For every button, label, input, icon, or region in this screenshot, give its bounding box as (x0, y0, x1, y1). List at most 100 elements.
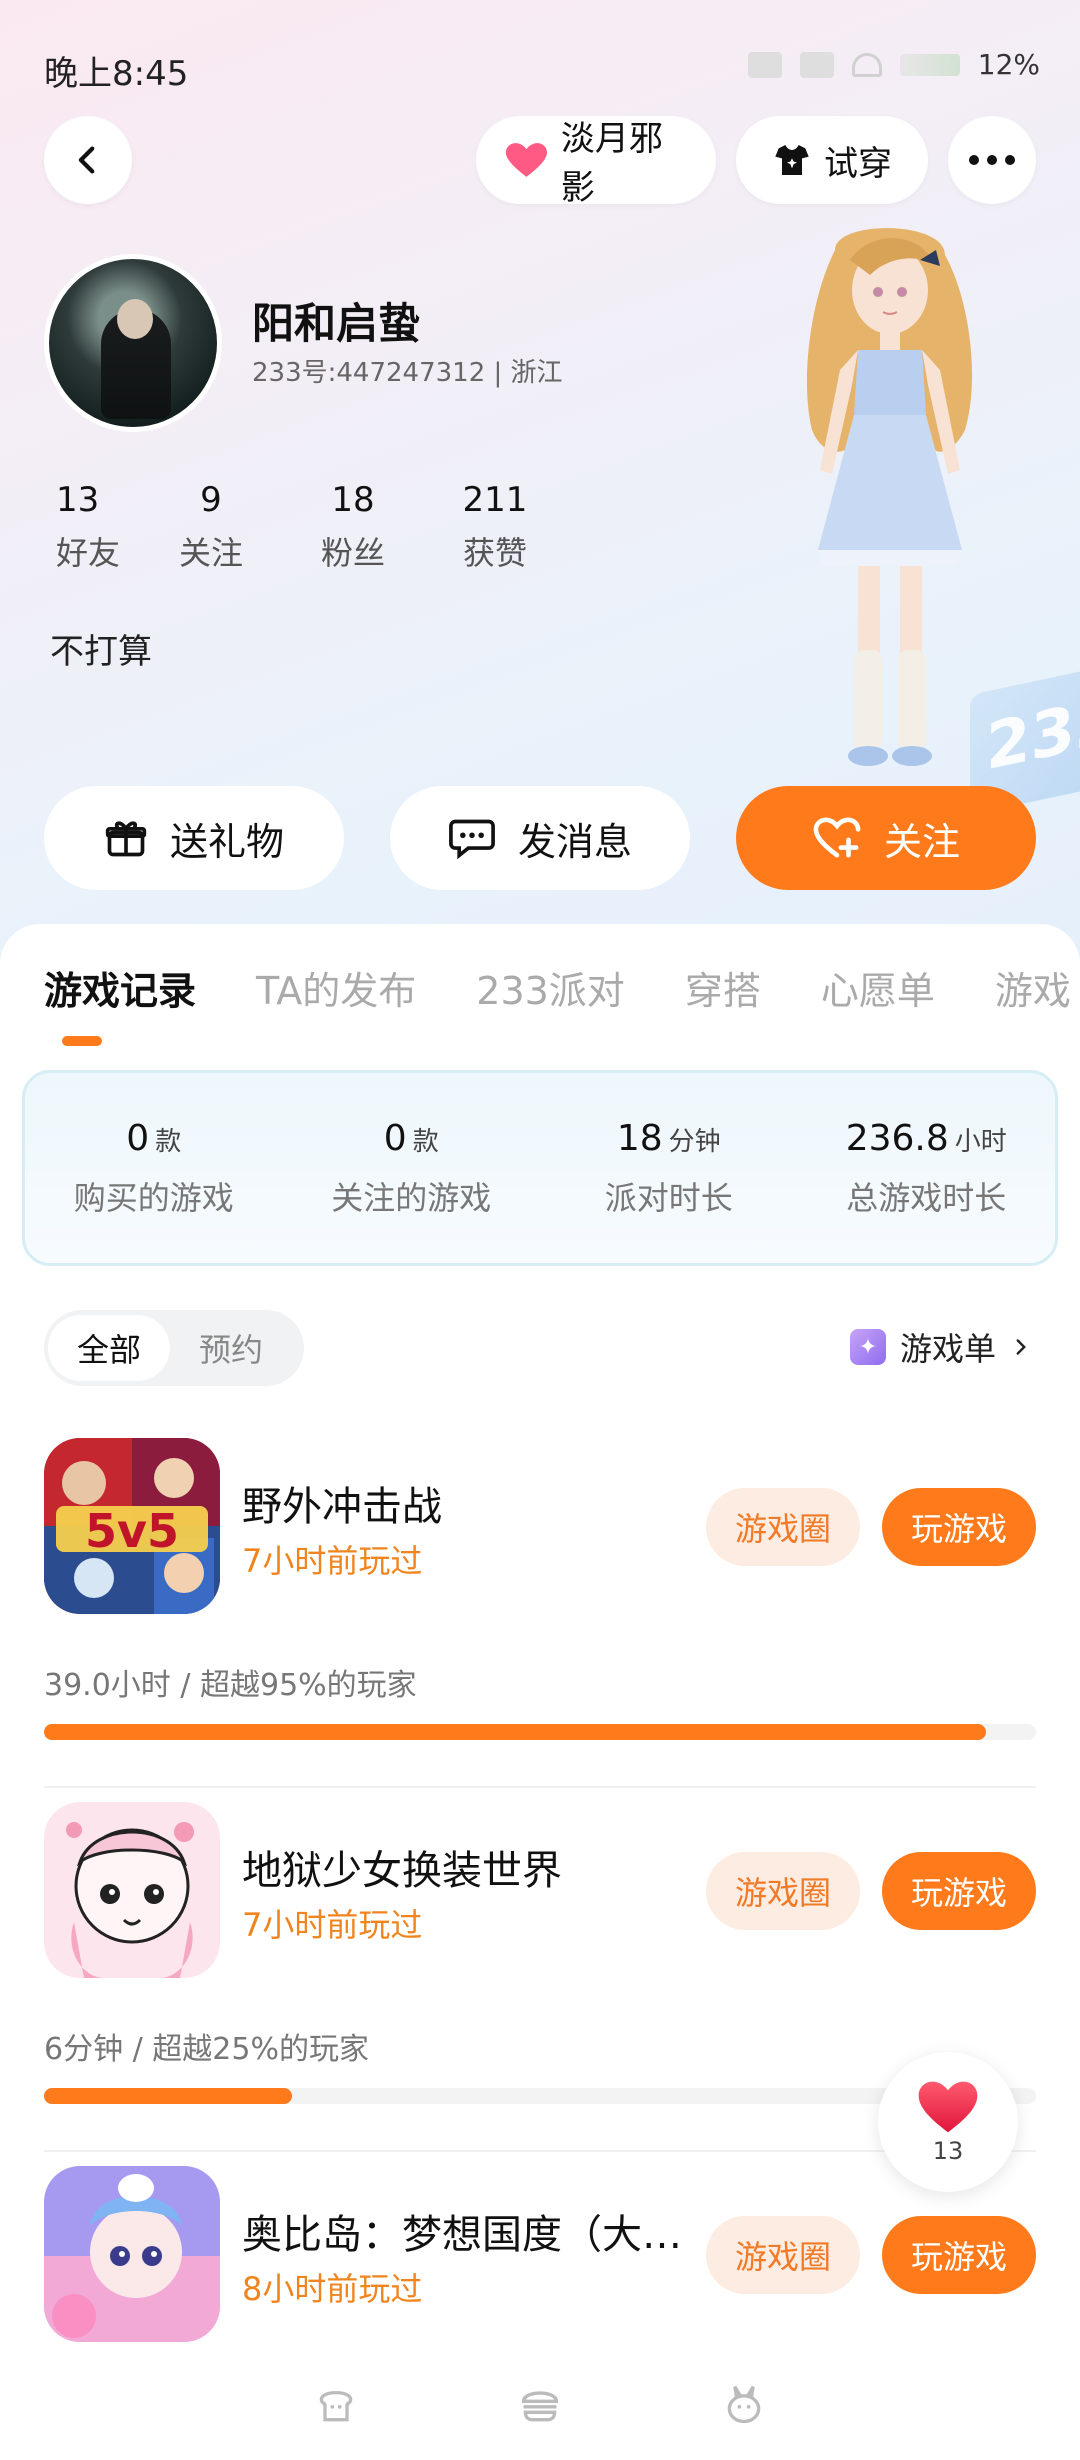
send-message-button[interactable]: 发消息 (390, 786, 690, 890)
avatar-face (117, 299, 153, 339)
like-button[interactable]: 13 (878, 2052, 1018, 2192)
heart-icon (918, 2081, 978, 2133)
try-on-button[interactable]: 试穿 (736, 116, 928, 204)
profile-tabs: 游戏记录 TA的发布 233派对 穿搭 心愿单 游戏 (44, 960, 1071, 1015)
stat-number: 9 (200, 480, 222, 520)
sparkle-icon: ✦ (849, 1329, 886, 1365)
status-time: 晚上8:45 (44, 54, 189, 94)
summary-party-time[interactable]: 18 分钟 派对时长 (564, 1118, 774, 1219)
tab-party[interactable]: 233派对 (476, 960, 625, 1015)
avatar[interactable] (44, 254, 222, 432)
summary-unit: 小时 (954, 1126, 1007, 1157)
game-title: 奥比岛：梦想国度（大航... (242, 2212, 702, 2258)
summary-value: 236.8 (845, 1117, 949, 1159)
send-gift-label: 送礼物 (169, 819, 284, 864)
stat-fans[interactable]: 18 粉丝 (282, 480, 424, 574)
like-count: 13 (932, 2137, 964, 2165)
stat-label: 好友 (56, 534, 121, 572)
follow-button[interactable]: 关注 (736, 786, 1036, 890)
gift-icon (105, 821, 147, 857)
last-played-time: 7小时前玩过 (242, 1542, 423, 1580)
more-dots-icon (969, 155, 979, 165)
filter-reserved[interactable]: 预约 (170, 1315, 292, 1381)
game-list-label: 游戏单 (899, 1330, 996, 1368)
game-icon[interactable]: 5v5 (44, 1438, 220, 1614)
233-badge-text: 233 (986, 683, 1080, 786)
send-gift-button[interactable]: 送礼物 (44, 786, 344, 890)
game-title: 地狱少女换装世界 (242, 1848, 562, 1894)
stat-number: 18 (331, 480, 375, 520)
try-on-label: 试穿 (824, 143, 892, 184)
more-options-button[interactable] (948, 116, 1036, 204)
game-item[interactable]: 奥比岛：梦想国度（大航... 8小时前玩过 游戏圈 玩游戏 (44, 2166, 1036, 2346)
summary-value: 18 (616, 1117, 663, 1159)
summary-total-play-time[interactable]: 236.8 小时 总游戏时长 (821, 1118, 1031, 1219)
bunny-icon[interactable] (722, 2383, 766, 2427)
stat-friends[interactable]: 13 好友 (44, 480, 140, 574)
summary-value: 0 (126, 1117, 150, 1159)
follow-label: 关注 (883, 819, 960, 864)
summary-value: 0 (383, 1117, 407, 1159)
stat-following[interactable]: 9 关注 (140, 480, 282, 574)
play-game-button[interactable]: 玩游戏 (882, 2216, 1036, 2294)
tab-wishlist[interactable]: 心愿单 (821, 960, 935, 1015)
game-item[interactable]: 5v5 野外冲击战 7小时前玩过 游戏圈 玩游戏 39.0小时 / 超越95%的… (44, 1438, 1036, 1798)
profile-header-background: 晚上8:45 12% 淡月邪影 试穿 阳和启蛰 233号:447247312 |… (0, 0, 1080, 960)
tab-posts[interactable]: TA的发布 (256, 960, 416, 1015)
back-button[interactable] (44, 116, 132, 204)
filter-all[interactable]: 全部 (48, 1315, 170, 1381)
stat-label: 关注 (178, 534, 243, 572)
chevron-right-icon (1016, 1339, 1026, 1355)
tab-outfits[interactable]: 穿搭 (685, 960, 761, 1015)
game-icon[interactable] (44, 2166, 220, 2342)
tshirt-icon (775, 145, 809, 175)
play-progress-fill (44, 1724, 987, 1740)
play-progress-fill (44, 2088, 292, 2104)
more-dot (987, 155, 997, 165)
stat-label: 粉丝 (320, 534, 385, 572)
burger-icon[interactable] (518, 2383, 562, 2427)
stat-number: 13 (56, 480, 100, 520)
send-message-label: 发消息 (517, 819, 632, 864)
play-stats: 6分钟 / 超越25%的玩家 (44, 2032, 369, 2067)
summary-followed-games[interactable]: 0款 关注的游戏 (306, 1118, 516, 1219)
alarm-icon (799, 51, 834, 78)
game-circle-button[interactable]: 游戏圈 (706, 2216, 860, 2294)
status-icons: 12% (747, 48, 1040, 81)
game-icon-art (44, 2166, 220, 2342)
play-game-button[interactable]: 玩游戏 (882, 1488, 1036, 1566)
wifi-icon (851, 52, 882, 77)
bio-text: 不打算 (50, 632, 152, 672)
user-id-location: 233号:447247312 | 浙江 (252, 358, 563, 388)
game-summary-card: 0款 购买的游戏 0款 关注的游戏 18 分钟 派对时长 236.8 小时 总游戏时… (22, 1070, 1058, 1266)
active-tab-indicator (62, 1036, 102, 1046)
game-list-link[interactable]: ✦ 游戏单 (849, 1324, 1032, 1370)
more-dot (1005, 155, 1015, 165)
mood-button[interactable]: 淡月邪影 (476, 116, 716, 208)
tab-game-records[interactable]: 游戏记录 (44, 960, 196, 1015)
summary-label: 总游戏时长 (846, 1178, 1007, 1217)
divider (44, 1786, 1036, 1788)
play-game-button[interactable]: 玩游戏 (882, 1852, 1036, 1930)
game-circle-button[interactable]: 游戏圈 (706, 1852, 860, 1930)
filter-toggle: 全部 预约 (44, 1310, 304, 1386)
play-progress-bar (44, 1724, 1036, 1740)
username: 阳和启蛰 (252, 299, 421, 348)
summary-label: 派对时长 (604, 1178, 733, 1217)
game-icon[interactable] (44, 1802, 220, 1978)
stat-likes[interactable]: 211 获赞 (424, 480, 566, 574)
summary-label: 关注的游戏 (331, 1178, 492, 1217)
data-speed-icon (747, 51, 782, 78)
last-played-time: 7小时前玩过 (242, 1906, 423, 1944)
mood-label: 淡月邪影 (560, 119, 663, 208)
game-icon-art (44, 1802, 220, 1978)
profile-stats: 13 好友 9 关注 18 粉丝 211 获赞 (44, 480, 566, 574)
tab-games[interactable]: 游戏 (995, 960, 1071, 1015)
game-circle-button[interactable]: 游戏圈 (706, 1488, 860, 1566)
toast-icon[interactable] (314, 2383, 358, 2427)
last-played-time: 8小时前玩过 (242, 2270, 423, 2308)
heart-plus-icon (813, 817, 861, 858)
summary-purchased-games[interactable]: 0款 购买的游戏 (49, 1118, 259, 1219)
chat-bubble-icon (449, 819, 495, 860)
game-title: 野外冲击战 (242, 1484, 442, 1530)
